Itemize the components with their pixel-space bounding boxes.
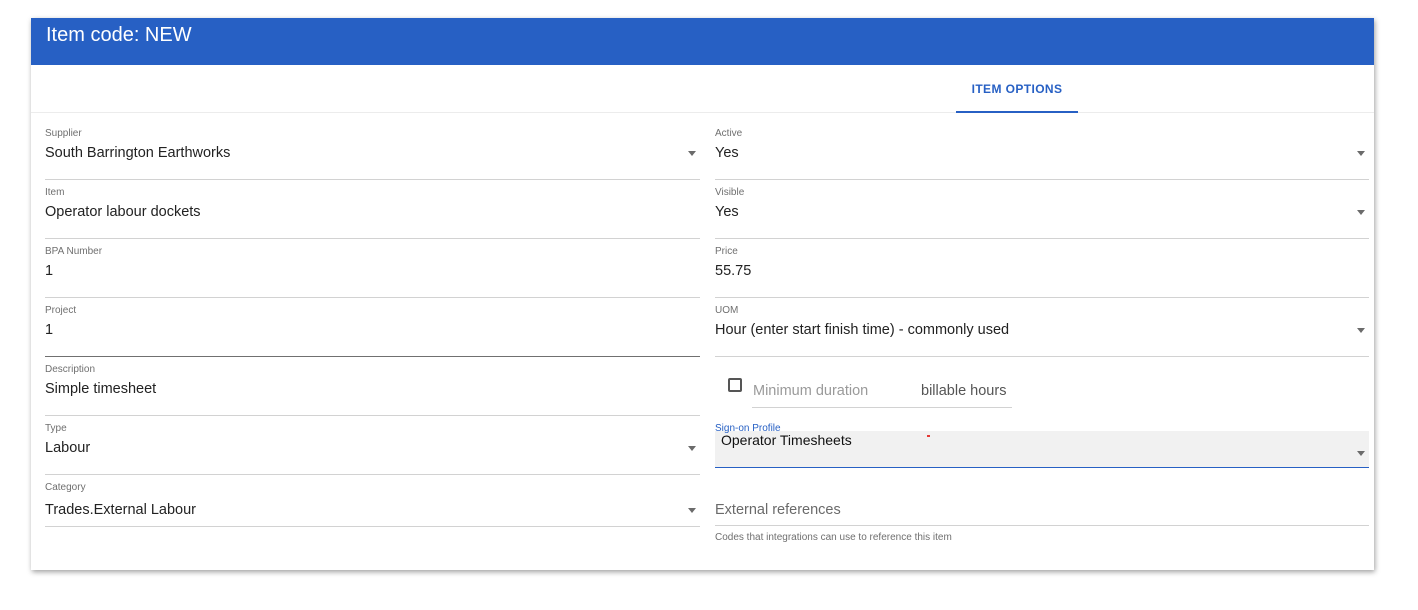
tab-item-options[interactable]: ITEM OPTIONS <box>956 65 1078 113</box>
bpa-number-value: 1 <box>45 263 54 279</box>
supplier-label: Supplier <box>45 128 82 139</box>
minimum-duration-checkbox[interactable] <box>728 378 742 392</box>
chevron-down-icon[interactable] <box>688 446 696 451</box>
minimum-duration-placeholder: Minimum duration <box>753 383 869 399</box>
price-field[interactable]: Price 55.75 <box>715 246 1369 298</box>
active-select[interactable]: Active Yes <box>715 128 1369 180</box>
tab-item-options-label: ITEM OPTIONS <box>971 82 1063 96</box>
active-label: Active <box>715 128 743 139</box>
description-value: Simple timesheet <box>45 381 157 397</box>
external-references-placeholder: External references <box>715 502 841 518</box>
chevron-down-icon[interactable] <box>1357 328 1365 333</box>
item-value: Operator labour dockets <box>45 204 201 220</box>
type-select[interactable]: Type Labour <box>45 423 700 475</box>
price-label: Price <box>715 246 738 257</box>
uom-label: UOM <box>715 305 739 316</box>
description-field[interactable]: Description Simple timesheet <box>45 364 700 416</box>
category-value: Trades.External Labour <box>45 502 196 518</box>
bpa-number-label: BPA Number <box>45 246 103 257</box>
project-field[interactable]: Project 1 <box>45 305 700 357</box>
billable-hours-suffix: billable hours <box>921 383 1007 399</box>
tab-bar: ITEM OPTIONS <box>31 65 1374 113</box>
item-form-card: Item code: NEW ITEM OPTIONS Supplier Sou… <box>31 18 1374 570</box>
description-label: Description <box>45 364 96 375</box>
chevron-down-icon[interactable] <box>688 151 696 156</box>
visible-value: Yes <box>715 204 739 220</box>
active-value: Yes <box>715 145 739 161</box>
chevron-down-icon[interactable] <box>1357 210 1365 215</box>
project-value: 1 <box>45 322 54 338</box>
page-title: Item code: NEW <box>46 24 192 46</box>
external-references-input[interactable]: External references <box>715 482 1369 526</box>
bpa-number-field[interactable]: BPA Number 1 <box>45 246 700 298</box>
item-field[interactable]: Item Operator labour dockets <box>45 187 700 239</box>
item-label: Item <box>45 187 65 198</box>
uom-value: Hour (enter start finish time) - commonl… <box>715 322 1010 338</box>
supplier-value: South Barrington Earthworks <box>45 145 231 161</box>
sign-on-profile-value: Operator Timesheets <box>721 432 852 448</box>
price-value: 55.75 <box>715 263 752 279</box>
chevron-down-icon[interactable] <box>1357 451 1365 456</box>
category-label: Category <box>45 482 86 493</box>
visible-label: Visible <box>715 187 745 198</box>
page-header: Item code: NEW <box>31 18 1374 65</box>
project-label: Project <box>45 305 77 316</box>
red-marker <box>927 435 930 437</box>
supplier-select[interactable]: Supplier South Barrington Earthworks <box>45 128 700 180</box>
type-label: Type <box>45 423 67 434</box>
external-references-hint: Codes that integrations can use to refer… <box>715 532 952 543</box>
visible-select[interactable]: Visible Yes <box>715 187 1369 239</box>
sign-on-profile-select[interactable]: Sign-on Profile Operator Timesheets <box>715 423 1369 468</box>
uom-select[interactable]: UOM Hour (enter start finish time) - com… <box>715 305 1369 357</box>
minimum-duration-input[interactable]: Minimum duration billable hours <box>752 380 1012 408</box>
chevron-down-icon[interactable] <box>688 508 696 513</box>
type-value: Labour <box>45 440 91 456</box>
tab-active-indicator <box>956 111 1078 113</box>
chevron-down-icon[interactable] <box>1357 151 1365 156</box>
category-select[interactable]: Category Trades.External Labour <box>45 482 700 527</box>
